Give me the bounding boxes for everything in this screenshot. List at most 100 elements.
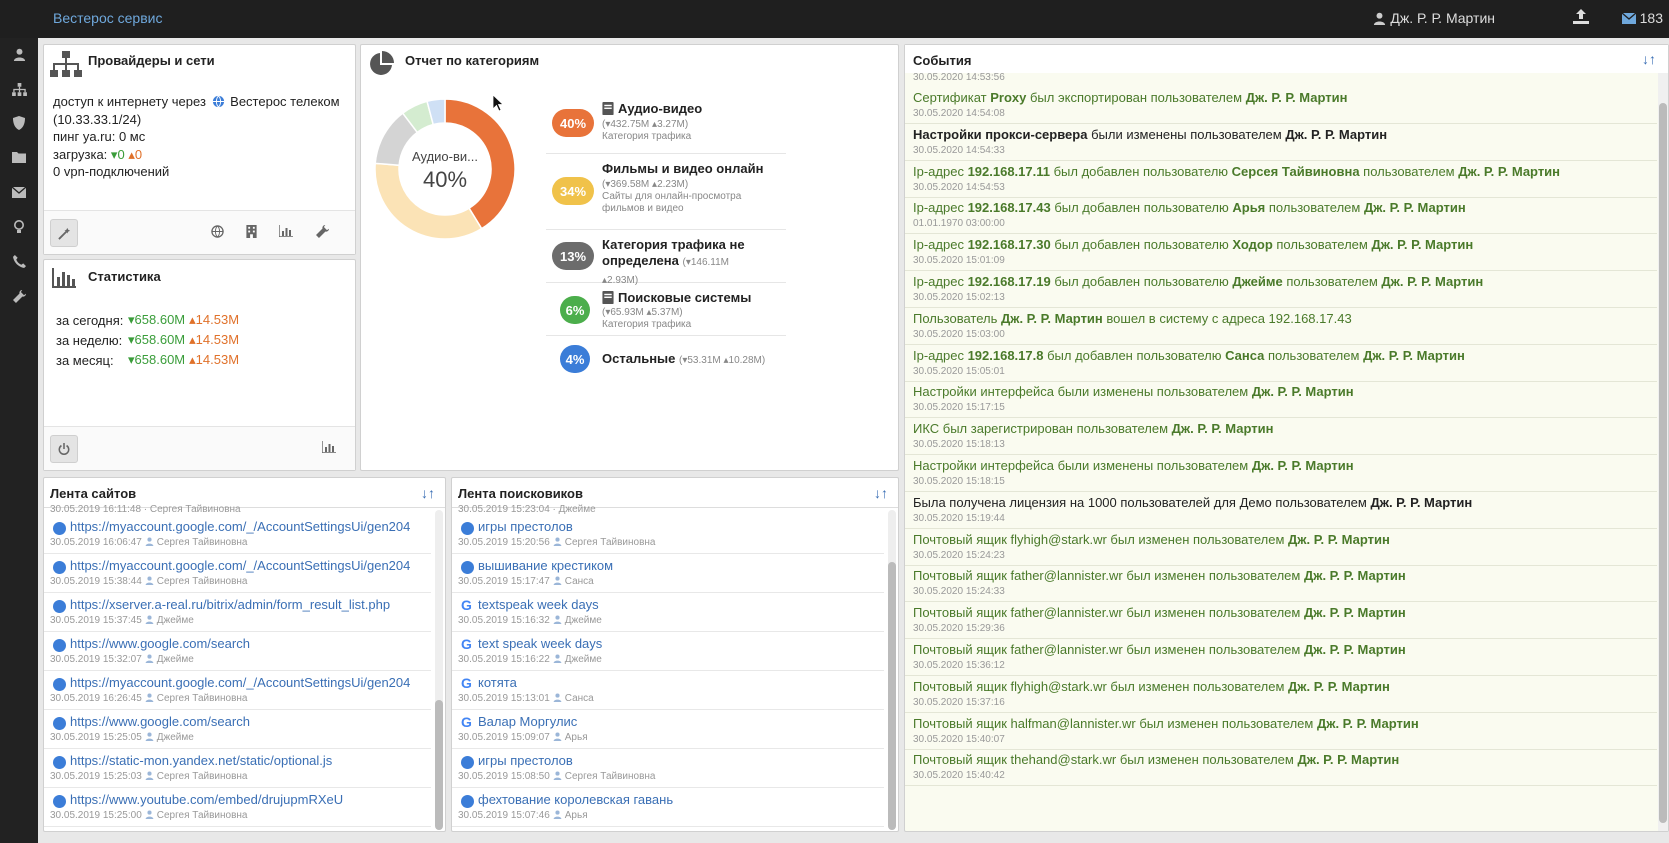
event-item[interactable]: Почтовый ящик father@lannister.wr был из… — [905, 563, 1657, 603]
event-item[interactable]: Настройки интерфейса были изменены польз… — [905, 379, 1657, 419]
sort-arrows-icon[interactable]: ↓↑ — [1642, 51, 1656, 67]
wrench-icon[interactable] — [316, 225, 329, 238]
site-feed-item[interactable]: https://myaccount.google.com/_/AccountSe… — [44, 554, 431, 593]
user-menu[interactable]: Дж. Р. Р. Мартин — [1373, 10, 1495, 26]
book-icon — [602, 102, 614, 115]
event-item[interactable]: Пользователь Дж. Р. Р. Мартин вошел в си… — [905, 306, 1657, 345]
sort-arrows-icon[interactable]: ↓↑ — [421, 485, 435, 501]
phone-icon[interactable] — [0, 244, 38, 278]
site-url-link[interactable]: https://myaccount.google.com/_/AccountSe… — [70, 558, 410, 573]
event-item[interactable]: ИКС был зарегистрирован пользователем Дж… — [905, 416, 1657, 456]
event-item[interactable]: Сертификат Proxy был экспортирован польз… — [905, 85, 1657, 124]
category-row-other[interactable]: 4% Остальные (▾53.31M ▴10.28M) — [546, 337, 786, 381]
event-item[interactable]: Ip-адрес 192.168.17.30 был добавлен поль… — [905, 232, 1657, 272]
search-scrollbar[interactable] — [888, 510, 896, 830]
site-feed-item[interactable]: https://www.google.com/search 30.05.2019 … — [44, 632, 431, 671]
building-icon[interactable] — [246, 225, 257, 238]
site-feed-item[interactable]: https://myaccount.google.com/_/AccountSe… — [44, 671, 431, 710]
event-text: Почтовый ящик halfman@lannister.wr был и… — [913, 715, 1419, 731]
event-item[interactable]: Ip-адрес 192.168.17.43 был добавлен поль… — [905, 195, 1657, 235]
site-feed-item[interactable]: https://myaccount.google.com/_/AccountSe… — [44, 515, 431, 554]
search-query-link[interactable]: textspeak week days — [478, 597, 599, 612]
search-query-link[interactable]: игры престолов — [478, 753, 573, 768]
mail-button[interactable]: 183 — [1621, 10, 1663, 26]
site-url-link[interactable]: https://myaccount.google.com/_/AccountSe… — [70, 675, 410, 690]
category-percent: 4% — [560, 345, 590, 373]
search-query-link[interactable]: котята — [478, 675, 517, 690]
lightbulb-icon[interactable] — [0, 210, 38, 244]
network-icon[interactable] — [0, 72, 38, 106]
feed-item-time: 30.05.2019 15:09:07 — [458, 732, 550, 743]
shield-icon[interactable] — [0, 106, 38, 140]
site-feed-item[interactable]: https://static-mon.yandex.net/static/opt… — [44, 749, 431, 788]
site-url-link[interactable]: https://www.google.com/search — [70, 714, 250, 729]
google-icon: G — [461, 597, 472, 613]
event-item[interactable]: Почтовый ящик thehand@stark.wr был измен… — [905, 747, 1657, 787]
feed-item-user: Сергея Тайвиновна — [564, 771, 656, 782]
load-down: ▾0 — [110, 146, 125, 162]
search-feed-item[interactable]: фехтование королевская гавань 30.05.2019 … — [452, 788, 884, 827]
event-item[interactable]: Была получена лицензия на 1000 пользоват… — [905, 490, 1657, 529]
power-button[interactable] — [50, 435, 78, 463]
event-item[interactable]: Почтовый ящик father@lannister.wr был из… — [905, 600, 1657, 640]
scroll-thumb[interactable] — [1659, 103, 1667, 823]
scroll-thumb[interactable] — [435, 700, 443, 830]
site-url-link[interactable]: https://www.youtube.com/embed/drujupmRXe… — [70, 792, 343, 807]
category-row-search[interactable]: 6% Поисковые системы (▾65.93M ▴5.37M) Ка… — [546, 284, 786, 336]
site-url-link[interactable]: https://myaccount.google.com/_/AccountSe… — [70, 519, 410, 534]
bar-chart-icon[interactable] — [322, 441, 336, 453]
search-feed-item[interactable]: игры престолов 30.05.2019 15:08:50 Сергея … — [452, 749, 884, 788]
app-title[interactable]: Вестерос сервис — [53, 10, 162, 26]
event-item[interactable]: Ip-адрес 192.168.17.19 был добавлен поль… — [905, 269, 1657, 308]
event-item[interactable]: Почтовый ящик father@lannister.wr был из… — [905, 637, 1657, 676]
category-row-films[interactable]: 34% Фильмы и видео онлайн (▾369.58M ▴2.2… — [546, 155, 786, 230]
folder-icon[interactable] — [0, 140, 38, 174]
event-item[interactable]: Ip-адрес 192.168.17.8 был добавлен польз… — [905, 343, 1657, 382]
search-query-link[interactable]: text speak week days — [478, 636, 602, 651]
search-feed-item[interactable]: Gtext speak week days 30.05.2019 15:16:22… — [452, 632, 884, 671]
search-query-link[interactable]: Валар Моргулис — [478, 714, 577, 729]
search-feed-item[interactable]: Gtextspeak week days 30.05.2019 15:16:32 Д… — [452, 593, 884, 632]
event-item[interactable]: Настройки интерфейса были изменены польз… — [905, 453, 1657, 492]
site-feed-item[interactable]: https://www.google.com/search 30.05.2019 … — [44, 710, 431, 749]
site-feed-item[interactable]: https://www.youtube.com/embed/drujupmRXe… — [44, 788, 431, 827]
magic-wand-button[interactable] — [50, 219, 78, 247]
site-feed-item[interactable]: https://xserver.a-real.ru/bitrix/admin/f… — [44, 593, 431, 632]
search-feed-item[interactable]: Gкотята 30.05.2019 15:13:01 Санса — [452, 671, 884, 710]
search-query-link[interactable]: игры престолов — [478, 519, 573, 534]
partial-meta: 30.05.2019 15:23:04 · Джейме — [458, 504, 596, 514]
user-icon — [553, 537, 562, 546]
globe-icon[interactable] — [211, 225, 224, 238]
events-scrollbar[interactable] — [1658, 73, 1668, 831]
user-icon — [1374, 12, 1386, 25]
category-row-undefined[interactable]: 13% Категория трафика не определена (▾14… — [546, 231, 786, 286]
site-url-link[interactable]: https://static-mon.yandex.net/static/opt… — [70, 753, 332, 768]
event-text: Ip-адрес 192.168.17.19 был добавлен поль… — [913, 274, 1484, 289]
sites-scrollbar[interactable] — [435, 510, 443, 830]
search-feed-item[interactable]: игры престолов 30.05.2019 15:20:56 Сергея … — [452, 515, 884, 554]
search-query-link[interactable]: фехтование королевская гавань — [478, 792, 673, 807]
event-item[interactable]: Почтовый ящик flyhigh@stark.wr был измен… — [905, 674, 1657, 713]
search-feed-item[interactable]: G Валар Моргулис 30.05.2019 15:09:07 Арья — [452, 710, 884, 749]
mail-icon[interactable] — [0, 175, 38, 209]
user-icon — [145, 615, 154, 624]
sort-arrows-icon[interactable]: ↓↑ — [874, 485, 888, 501]
stats-down: ▾658.60M — [128, 332, 186, 347]
search-query-link[interactable]: вышивание крестиком — [478, 558, 613, 573]
user-name: Дж. Р. Р. Мартин — [1390, 10, 1495, 26]
event-item[interactable]: Настройки прокси-сервера были изменены п… — [905, 122, 1657, 161]
event-item[interactable]: Почтовый ящик halfman@lannister.wr был и… — [905, 711, 1657, 750]
site-url-link[interactable]: https://www.google.com/search — [70, 636, 250, 651]
category-row-audio-video[interactable]: 40% Аудио-видео (▾432.75M ▴3.27M) Катего… — [546, 97, 786, 154]
event-item[interactable]: Почтовый ящик flyhigh@stark.wr был измен… — [905, 527, 1657, 566]
event-item[interactable]: Ip-адрес 192.168.17.11 был добавлен поль… — [905, 159, 1657, 198]
scroll-thumb[interactable] — [888, 562, 896, 830]
wrench-icon[interactable] — [0, 279, 38, 313]
provider-name[interactable]: Вестерос телеком — [230, 94, 339, 109]
site-url-link[interactable]: https://xserver.a-real.ru/bitrix/admin/f… — [70, 597, 390, 612]
upload-icon[interactable] — [1573, 9, 1589, 27]
search-feed-item[interactable]: вышивание крестиком 30.05.2019 15:17:47 Са… — [452, 554, 884, 593]
category-name-block: Остальные (▾53.31M ▴10.28M) — [602, 351, 802, 369]
bar-chart-icon[interactable] — [279, 225, 293, 237]
user-icon[interactable] — [0, 37, 38, 71]
